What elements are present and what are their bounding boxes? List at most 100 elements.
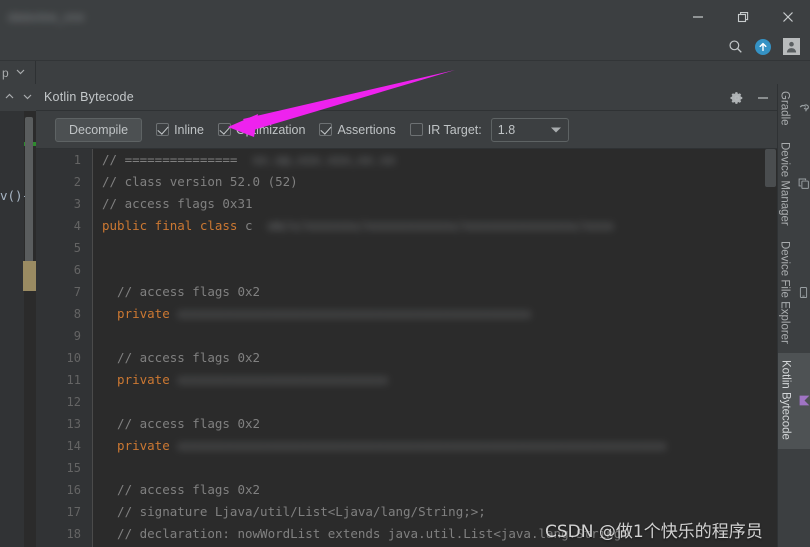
line-code: // access flags 0x2 bbox=[102, 482, 261, 497]
ir-target-dropdown[interactable]: 1.8 bbox=[490, 117, 569, 142]
checkbox-inline[interactable]: Inline bbox=[156, 123, 204, 137]
bytecode-scrollbar[interactable] bbox=[764, 149, 777, 547]
device-file-explorer-icon bbox=[797, 286, 810, 299]
line-number: 3 bbox=[73, 197, 81, 211]
avatar-icon[interactable] bbox=[778, 36, 804, 58]
line-number: 18 bbox=[66, 527, 81, 541]
code-line: 11 private xxxxxxxxxxxxxxxxxxxxxxxxxxxx bbox=[36, 369, 777, 391]
line-code: // =============== xx.xp,xxx.xxx,xx.xx bbox=[102, 152, 396, 167]
code-line: 5 bbox=[36, 237, 777, 259]
sidebar-item-device-file-explorer[interactable]: Device File Explorer bbox=[779, 234, 810, 353]
chevron-down-icon bbox=[550, 127, 561, 132]
line-code: public final class c om/x/xxxxxxx/xxxxxx… bbox=[102, 218, 614, 233]
tool-window-header: Kotlin Bytecode bbox=[36, 84, 777, 111]
checkbox-optimization[interactable]: Optimization bbox=[217, 122, 306, 137]
line-code: // signature Ljava/util/List<Ljava/lang/… bbox=[102, 504, 486, 519]
decompile-options-bar: Decompile Inline Optimization Assertions… bbox=[36, 111, 777, 149]
line-code: // access flags 0x2 bbox=[102, 416, 261, 431]
chevron-down-icon bbox=[15, 64, 26, 82]
line-code: // access flags 0x2 bbox=[102, 284, 261, 299]
right-tool-tabs: Gradle Device Manager Device File Explor… bbox=[777, 84, 810, 547]
line-code: // class version 52.0 (52) bbox=[102, 174, 298, 189]
sidebar-item-device-manager[interactable]: Device Manager bbox=[779, 135, 810, 235]
line-number: 11 bbox=[66, 373, 81, 387]
minimize-icon[interactable] bbox=[755, 90, 771, 106]
checkbox-ir-target-label: IR Target: bbox=[427, 122, 482, 137]
editor-nav-arrows bbox=[0, 84, 36, 111]
code-line: 6 bbox=[36, 259, 777, 281]
sidebar-item-gradle[interactable]: Gradle bbox=[779, 84, 810, 135]
sidebar-item-kotlin-bytecode[interactable]: Kotlin Bytecode bbox=[777, 353, 810, 450]
line-code: private xxxxxxxxxxxxxxxxxxxxxxxxxxxx bbox=[102, 372, 388, 387]
vtab-label: Device File Explorer bbox=[778, 241, 791, 345]
code-line: 3 // access flags 0x31 bbox=[36, 193, 777, 215]
chevron-down-icon[interactable] bbox=[22, 89, 33, 107]
line-number: 13 bbox=[66, 417, 81, 431]
tool-window-title: Kotlin Bytecode bbox=[44, 90, 134, 104]
line-number: 1 bbox=[73, 153, 81, 167]
line-number: 8 bbox=[73, 307, 81, 321]
line-number: 14 bbox=[66, 439, 81, 453]
code-line: 14 private xxxxxxxxxxxxxxxxxxxxxxxxxxxxx… bbox=[36, 435, 777, 457]
minimize-button[interactable] bbox=[675, 0, 720, 33]
editor-scrollbar[interactable] bbox=[25, 117, 33, 265]
breadcrumb-label: p bbox=[2, 65, 9, 80]
watermark-text: CSDN @做1个快乐的程序员 bbox=[545, 522, 763, 542]
window-controls bbox=[675, 0, 810, 33]
checkbox-optimization-box[interactable] bbox=[217, 123, 231, 136]
main-editor-remnant: v(){ bbox=[0, 84, 36, 547]
update-arrow-icon[interactable] bbox=[750, 36, 776, 58]
code-line: 9 bbox=[36, 325, 777, 347]
line-number: 10 bbox=[66, 351, 81, 365]
main-toolbar bbox=[0, 33, 810, 61]
line-number: 9 bbox=[73, 329, 81, 343]
checkbox-inline-box[interactable] bbox=[156, 123, 170, 136]
breadcrumb-item[interactable]: p bbox=[0, 61, 36, 84]
restore-button[interactable] bbox=[720, 0, 765, 33]
code-line: 1 // =============== xx.xp,xxx.xxx,xx.xx bbox=[36, 149, 777, 171]
checkbox-optimization-label: Optimization bbox=[235, 122, 306, 137]
chevron-up-icon[interactable] bbox=[4, 89, 15, 107]
code-line: 13 // access flags 0x2 bbox=[36, 413, 777, 435]
checkbox-assertions-label: Assertions bbox=[337, 122, 396, 137]
close-button[interactable] bbox=[765, 0, 810, 33]
checkbox-assertions-box[interactable] bbox=[319, 123, 333, 136]
code-line: 4 public final class c om/x/xxxxxxx/xxxxx… bbox=[36, 215, 777, 237]
bytecode-code-lines: 1 // =============== xx.xp,xxx.xxx,xx.xx 2… bbox=[36, 149, 777, 545]
gear-icon[interactable] bbox=[729, 90, 745, 106]
checkbox-ir-target[interactable]: IR Target: bbox=[409, 122, 482, 137]
checkbox-assertions[interactable]: Assertions bbox=[319, 122, 396, 137]
line-number: 2 bbox=[73, 175, 81, 189]
code-line: 7 // access flags 0x2 bbox=[36, 281, 777, 303]
code-line: 16 // access flags 0x2 bbox=[36, 479, 777, 501]
line-code: // access flags 0x31 bbox=[102, 196, 253, 211]
line-number: 6 bbox=[73, 263, 81, 277]
breadcrumb: p bbox=[0, 61, 810, 84]
ir-target-value: 1.8 bbox=[497, 122, 516, 137]
decompile-button[interactable]: Decompile bbox=[55, 117, 143, 142]
bytecode-editor[interactable]: 1 // =============== xx.xp,xxx.xxx,xx.xx 2… bbox=[36, 149, 777, 547]
line-number: 7 bbox=[73, 285, 81, 299]
code-line: 2 // class version 52.0 (52) bbox=[36, 171, 777, 193]
line-number: 12 bbox=[66, 395, 81, 409]
window-title-bar: dataview_one bbox=[0, 0, 810, 33]
line-number: 16 bbox=[66, 483, 81, 497]
checkbox-ir-target-box[interactable] bbox=[409, 123, 423, 136]
code-line: 8 private xxxxxxxxxxxxxxxxxxxxxxxxxxxxxx… bbox=[36, 303, 777, 325]
bytecode-scrollbar-thumb[interactable] bbox=[765, 149, 776, 187]
line-code: private xxxxxxxxxxxxxxxxxxxxxxxxxxxxxxxx… bbox=[102, 306, 531, 321]
ide-window: dataview_one p v(){Kotlin Bytecode Deco… bbox=[0, 0, 810, 547]
line-number: 17 bbox=[66, 505, 81, 519]
vtab-label: Device Manager bbox=[778, 141, 791, 226]
device-manager-icon bbox=[797, 177, 810, 190]
kotlin-icon bbox=[798, 394, 810, 407]
window-title: dataview_one bbox=[8, 9, 85, 24]
line-code: // access flags 0x2 bbox=[102, 350, 261, 365]
search-icon[interactable] bbox=[722, 36, 748, 58]
gradle-elephant-icon bbox=[797, 102, 810, 115]
line-number: 5 bbox=[73, 241, 81, 255]
tool-window-actions bbox=[729, 84, 771, 111]
code-line: 15 bbox=[36, 457, 777, 479]
checkbox-inline-label: Inline bbox=[174, 122, 204, 137]
vtab-label: Kotlin Bytecode bbox=[779, 360, 792, 441]
